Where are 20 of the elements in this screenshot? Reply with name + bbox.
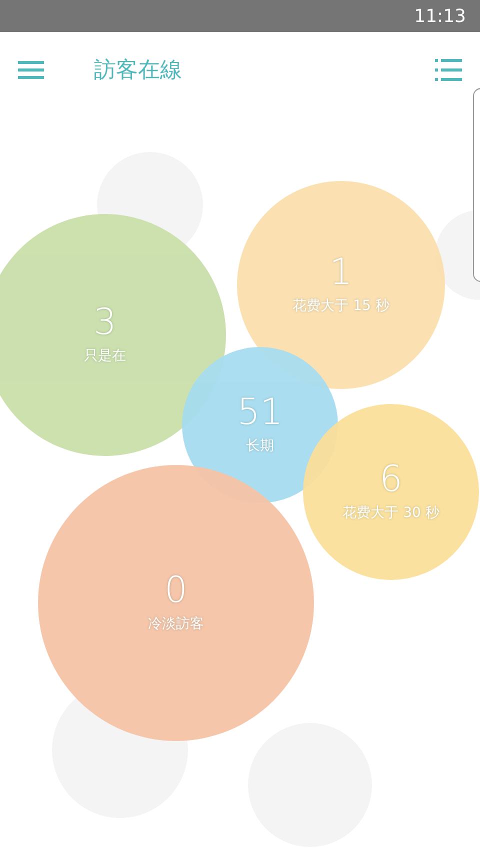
stat-bubble[interactable]: 0 冷淡訪客 <box>38 465 314 741</box>
bubble-count: 1 <box>330 255 352 291</box>
stat-bubble[interactable]: 3 只是在 <box>0 214 226 456</box>
list-button[interactable] <box>435 59 462 81</box>
bubble-label: 花费大于 15 秒 <box>292 297 390 315</box>
status-time: 11:13 <box>414 6 466 26</box>
bubble-count: 51 <box>237 395 283 431</box>
page-title: 訪客在線 <box>94 57 183 85</box>
bubble-count: 3 <box>94 305 116 341</box>
stat-bubble[interactable]: 6 花费大于 30 秒 <box>303 404 479 580</box>
bubble-label: 长期 <box>246 437 274 455</box>
list-icon <box>435 59 462 81</box>
menu-button[interactable] <box>18 61 44 79</box>
menu-icon <box>18 61 44 79</box>
stat-bubble[interactable]: 1 花费大于 15 秒 <box>237 181 445 389</box>
bubble-count: 0 <box>164 573 188 609</box>
bubble-label: 花费大于 30 秒 <box>342 504 440 522</box>
bubble-label: 冷淡訪客 <box>148 615 204 633</box>
bubble-label: 只是在 <box>84 347 126 365</box>
bubble-count: 6 <box>380 462 402 498</box>
